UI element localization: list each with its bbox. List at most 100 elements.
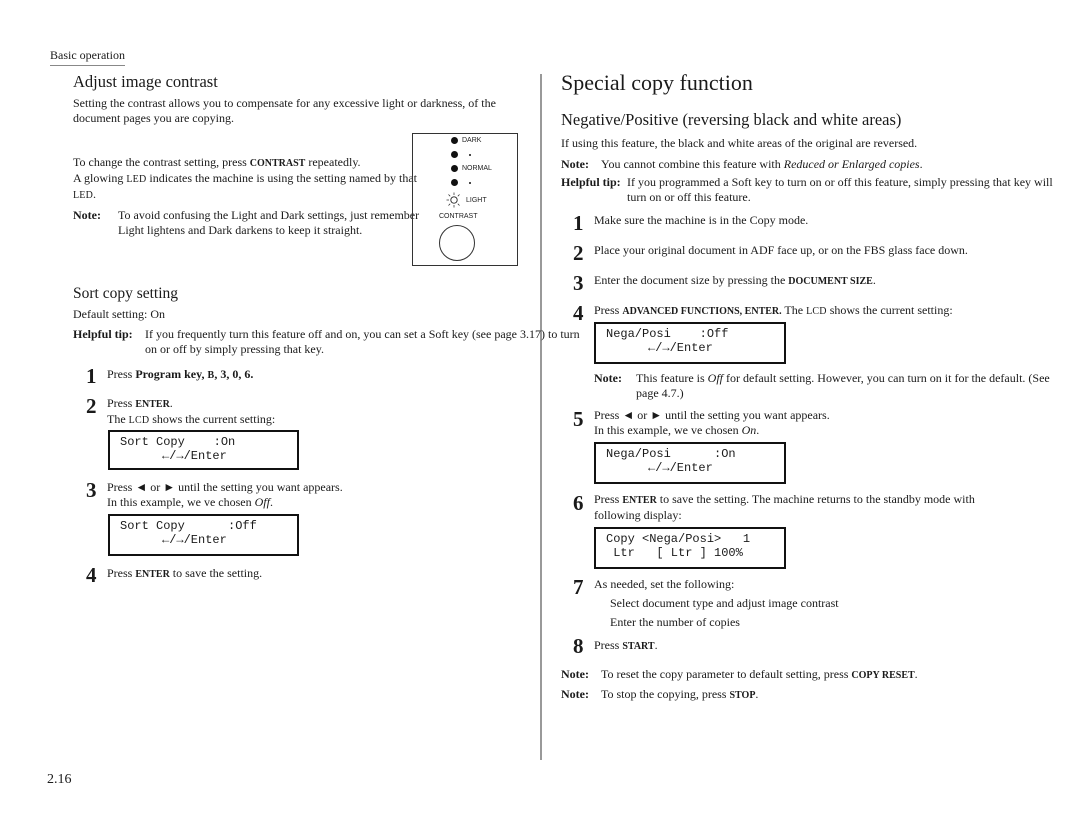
stop-key: STOP [729, 690, 756, 701]
negpos-step-5: Press ◄ or ► until the setting you want … [594, 408, 830, 438]
text: . [756, 423, 760, 437]
step-number: 4 [573, 301, 584, 325]
text: . [872, 273, 876, 287]
lcd-display: Nega/Posi :On ←/→/Enter [594, 442, 786, 484]
start-key: START [622, 641, 655, 652]
sort-helpful-tip: Helpful tip: If you frequently turn this … [73, 327, 585, 357]
contrast-key: CONTRAST [249, 158, 306, 169]
step-number: 5 [573, 407, 584, 431]
negpos-step-1: Make sure the machine is in the Copy mod… [594, 213, 809, 227]
tip-label: Helpful tip: [561, 175, 621, 189]
contrast-heading: Adjust image contrast [73, 72, 218, 91]
copy-reset-note: Note: To reset the copy parameter to defa… [561, 667, 918, 683]
enter-key: ENTER [135, 569, 170, 580]
text: . [654, 638, 658, 652]
text: indicates the machine is using the setti… [146, 171, 417, 185]
note-label: Note: [561, 667, 589, 681]
lcd-line-1: Nega/Posi :Off [606, 327, 729, 341]
contrast-intro: Setting the contrast allows you to compe… [73, 96, 496, 125]
text: . [919, 157, 923, 171]
lcd-display: Nega/Posi :Off ←/→/Enter [594, 322, 786, 364]
contrast-instruction: To change the contrast setting, press CO… [73, 155, 418, 203]
negpos-helpful-tip: Helpful tip: If you programmed a Soft key… [561, 175, 1067, 205]
sort-step-4: Press ENTER to save the setting. [107, 566, 262, 582]
step-number: 8 [573, 634, 584, 658]
glowing-led-icon [446, 192, 460, 208]
chosen-value: On [741, 423, 757, 437]
sort-step-1: Press Program key, B, 3, 0, 6. [107, 367, 253, 383]
contrast-button-icon [439, 225, 475, 261]
led-key: LED [126, 174, 147, 185]
document-size-key: DOCUMENT SIZE [788, 276, 873, 287]
led-label: DARK [462, 137, 482, 144]
advanced-functions-key: ADVANCED FUNCTIONS, ENTER. [622, 306, 782, 317]
negpos-step-3: Enter the document size by pressing the … [594, 273, 876, 289]
negpos-step-6: Press ENTER to save the setting. The mac… [594, 492, 1004, 523]
lcd-line-2: ←/→/Enter [162, 533, 227, 547]
text: To change the contrast setting, press [73, 155, 250, 169]
step-number: 6 [573, 491, 584, 515]
lcd-key: LCD [806, 306, 827, 317]
lcd-line-2: ←/→/Enter [162, 449, 227, 463]
text: Press [107, 566, 136, 580]
step-number: 1 [573, 211, 584, 235]
lcd-display: Sort Copy :Off ←/→/Enter [108, 514, 299, 556]
led-icon [451, 179, 458, 186]
text: In this example, we ve chosen [594, 423, 742, 437]
text: . [914, 667, 918, 681]
tip-label: Helpful tip: [73, 327, 133, 341]
contrast-panel-illustration: DARK NORMAL LIGHT CONTRAST [412, 133, 518, 266]
lcd-line-1: Nega/Posi :On [606, 447, 736, 461]
led-label: LIGHT [466, 196, 487, 204]
step-number: 3 [86, 478, 97, 502]
text: . [269, 495, 273, 509]
step-number: 3 [573, 271, 584, 295]
step-7-sub-item: Select document type and adjust image co… [610, 596, 839, 610]
key-sequence: , 3, 0, 6. [214, 367, 254, 381]
emphasis: Reduced or Enlarged copies [783, 157, 920, 171]
text: To reset the copy parameter to default s… [601, 667, 852, 681]
negpos-step-2: Place your original document in ADF face… [594, 243, 968, 257]
sort-step-3: Press ◄ or ► until the setting you want … [107, 480, 343, 510]
emphasis: Off [707, 371, 723, 385]
text: A glowing [73, 171, 127, 185]
text: . [755, 687, 759, 701]
text: Press [594, 492, 623, 506]
text: shows the current setting: [149, 412, 276, 426]
tip-text: If you programmed a Soft key to turn on … [627, 175, 1053, 204]
led-normal-icon [451, 165, 458, 172]
negpos-step-8: Press START. [594, 638, 658, 654]
led-dark-icon [451, 137, 458, 144]
note-label: Note: [594, 371, 622, 385]
text: Press ◄ or ► until the setting you want … [107, 480, 343, 494]
text: Enter the document size by pressing the [594, 273, 789, 287]
lcd-line-1: Sort Copy :Off [120, 519, 257, 533]
negpos-step-7: As needed, set the following: [594, 577, 735, 591]
column-divider [540, 74, 542, 760]
chosen-value: Off [254, 495, 270, 509]
note-text: To avoid confusing the Light and Dark se… [118, 208, 420, 237]
step-7-sub-item: Enter the number of copies [610, 615, 740, 629]
text: repeatedly. [305, 155, 361, 169]
sort-step-2: Press ENTER. The LCD shows the current s… [107, 396, 275, 428]
lcd-key: LCD [128, 415, 150, 426]
led-key: LED [73, 190, 94, 201]
lcd-line-2: ←/→/Enter [648, 341, 713, 355]
tip-text: If you frequently turn this feature off … [145, 327, 580, 356]
step-number: 4 [86, 563, 97, 587]
lcd-display: Sort Copy :On ←/→/Enter [108, 430, 299, 470]
step-number: 1 [86, 364, 97, 388]
contrast-note: Note: To avoid confusing the Light and Da… [73, 208, 438, 238]
text: Press [594, 638, 623, 652]
dot-icon [469, 153, 471, 156]
negpos-heading: Negative/Positive (reversing black and w… [561, 110, 902, 129]
led-icon [451, 151, 458, 158]
text: Press ◄ or ► until the setting you want … [594, 408, 830, 422]
program-key: Program key, [135, 367, 208, 381]
note-label: Note: [561, 157, 589, 171]
section-header: Basic operation [50, 48, 125, 66]
lcd-line-1: Sort Copy :On [120, 435, 236, 449]
text: Press [107, 367, 136, 381]
note-label: Note: [73, 208, 101, 222]
page-title: Special copy function [561, 70, 753, 95]
